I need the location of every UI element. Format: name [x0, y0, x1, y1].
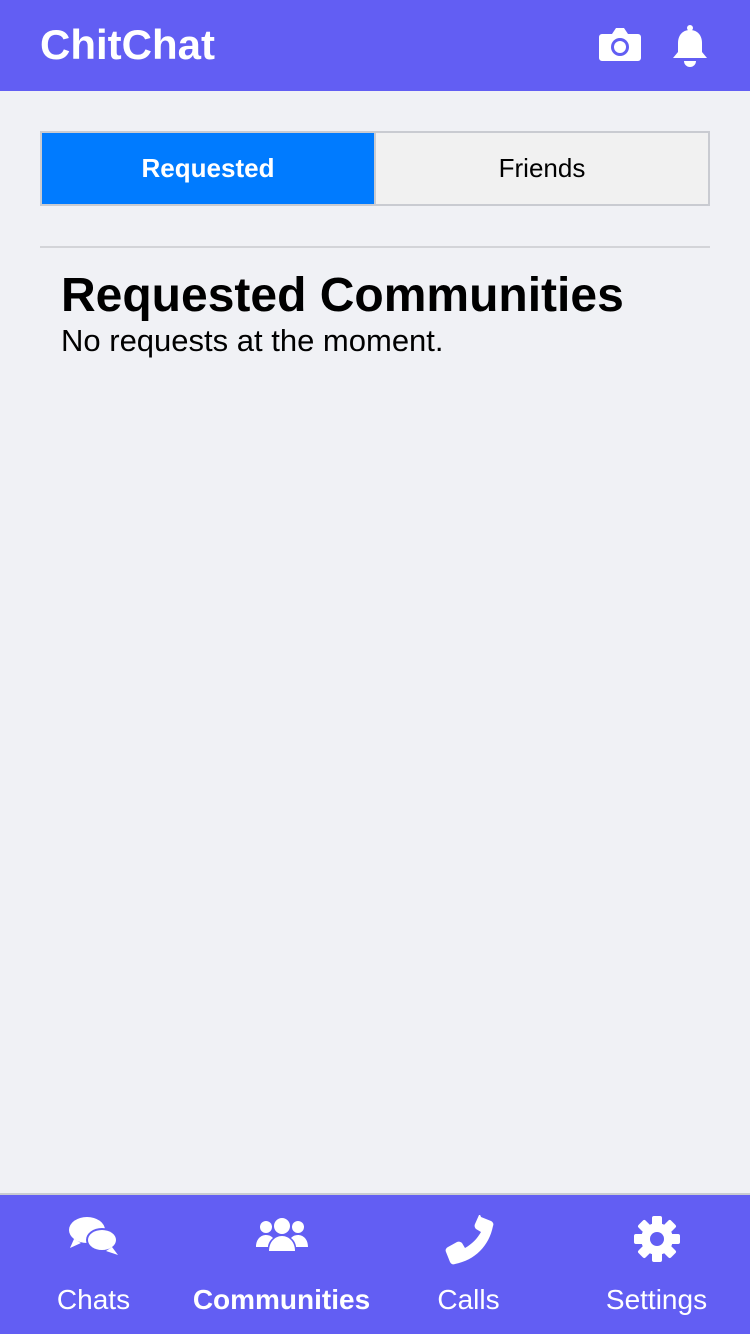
- tab-requested[interactable]: Requested: [40, 131, 374, 206]
- empty-state-message: No requests at the moment.: [61, 323, 444, 358]
- tab-friends[interactable]: Friends: [374, 131, 710, 206]
- nav-item-communities[interactable]: Communities: [188, 1195, 375, 1334]
- tab-switcher: Requested Friends: [40, 131, 710, 206]
- app-title: ChitChat: [40, 21, 215, 68]
- nav-label-communities: Communities: [192, 1284, 371, 1315]
- bottom-navigation: Chats Communities Calls Settings: [0, 1193, 750, 1334]
- users-icon: [255, 1215, 308, 1260]
- nav-label-calls: Calls: [437, 1284, 500, 1315]
- nav-item-calls[interactable]: Calls: [375, 1195, 562, 1334]
- phone-icon: [444, 1214, 494, 1270]
- top-app-bar: ChitChat: [0, 0, 750, 91]
- section-title: Requested Communities: [61, 269, 624, 322]
- bell-icon[interactable]: [670, 24, 710, 73]
- nav-item-chats[interactable]: Chats: [0, 1195, 187, 1334]
- chat-bubbles-icon: [68, 1215, 120, 1264]
- nav-item-settings[interactable]: Settings: [563, 1195, 750, 1334]
- camera-icon[interactable]: [598, 24, 642, 69]
- divider: [40, 246, 710, 248]
- nav-label-settings: Settings: [605, 1284, 708, 1315]
- gear-icon: [633, 1215, 681, 1268]
- nav-label-chats: Chats: [56, 1284, 131, 1315]
